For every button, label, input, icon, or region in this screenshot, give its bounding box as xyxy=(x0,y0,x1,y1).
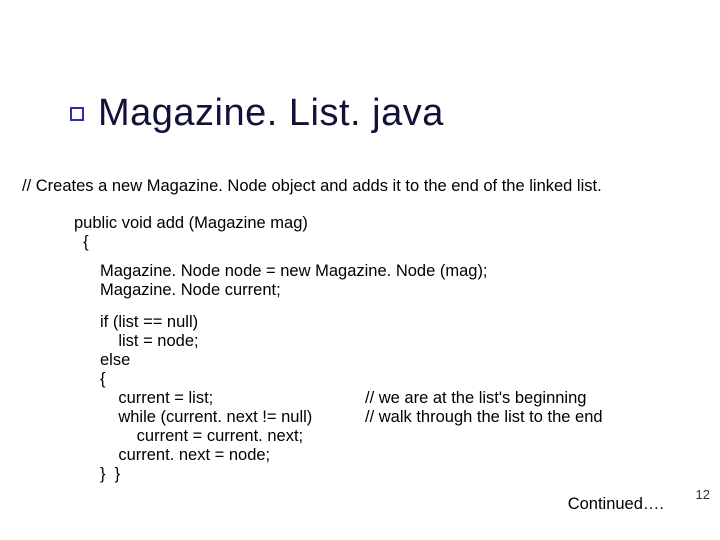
inline-comments: // we are at the list's beginning // wal… xyxy=(365,389,603,427)
if-else-block: if (list == null) list = node; else { cu… xyxy=(100,313,312,484)
continued-label: Continued…. xyxy=(568,495,664,514)
slide-number: 12 xyxy=(696,487,710,502)
method-signature: public void add (Magazine mag) { xyxy=(74,214,308,252)
declaration-block: Magazine. Node node = new Magazine. Node… xyxy=(100,262,488,300)
title-bullet-icon xyxy=(70,107,84,121)
slide-title: Magazine. List. java xyxy=(98,92,444,135)
slide: Magazine. List. java // Creates a new Ma… xyxy=(0,0,720,540)
title-row: Magazine. List. java xyxy=(70,92,444,135)
code-comment: // Creates a new Magazine. Node object a… xyxy=(22,177,602,196)
